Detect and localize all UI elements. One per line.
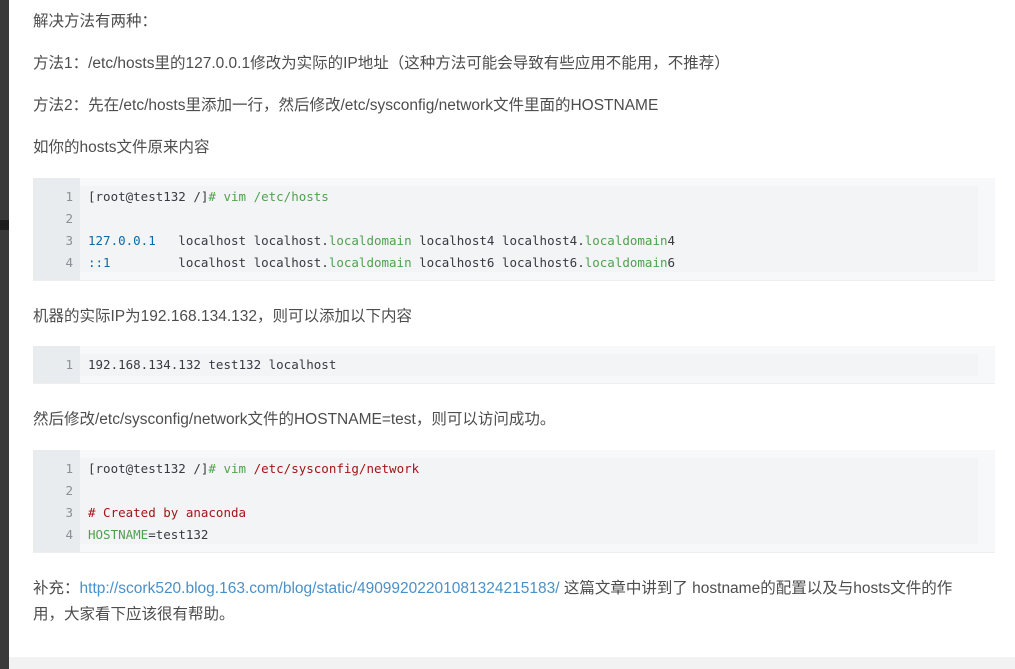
line-number: 3 xyxy=(65,505,73,520)
code-line: 1 192.168.134.132 test132 localhost xyxy=(65,354,978,376)
supplement-line-1: 补充：http://scork520.blog.163.com/blog/sta… xyxy=(33,578,952,600)
bottom-strip xyxy=(9,657,1015,669)
code-line: 4 HOSTNAME=test132 xyxy=(65,524,978,546)
code-line: 2 xyxy=(65,480,978,502)
line-number: 2 xyxy=(65,211,73,226)
method1-text: 方法1：/etc/hosts里的127.0.0.1修改为实际的IP地址（这种方法… xyxy=(33,55,730,72)
code-line: 2 xyxy=(65,208,978,230)
supplement-prefix: 补充： xyxy=(33,580,80,597)
code-line: 3 # Created by anaconda xyxy=(65,502,978,524)
left-edge-bar xyxy=(0,0,9,669)
line-number: 4 xyxy=(65,527,73,542)
line-number: 2 xyxy=(65,483,73,498)
code-line: 1 [root@test132 /]# vim /etc/sysconfig/n… xyxy=(65,458,978,480)
intro-text: 解决方法有两种： xyxy=(33,13,158,30)
line-number: 1 xyxy=(65,461,73,476)
code-block-network: 1 [root@test132 /]# vim /etc/sysconfig/n… xyxy=(33,450,995,553)
code-line: 4 ::1 localhost localhost.localdomain lo… xyxy=(65,252,978,274)
supplement-link[interactable]: http://scork520.blog.163.com/blog/static… xyxy=(80,580,560,597)
supplement-text: 这篇文章中讲到了 hostname的配置以及与hosts文件的作 xyxy=(559,580,953,597)
method2-text: 方法2：先在/etc/hosts里添加一行，然后修改/etc/sysconfig… xyxy=(33,97,659,114)
line-number: 1 xyxy=(65,189,73,204)
code-block-hosts: 1 [root@test132 /]# vim /etc/hosts 2 3 1… xyxy=(33,178,995,281)
line-number: 4 xyxy=(65,255,73,270)
network-text: 然后修改/etc/sysconfig/network文件的HOSTNAME=te… xyxy=(33,411,556,428)
original-hosts-intro: 如你的hosts文件原来内容 xyxy=(33,139,210,156)
machine-ip-text: 机器的实际IP为192.168.134.132，则可以添加以下内容 xyxy=(33,308,413,325)
supplement-line-2: 用，大家看下应该很有帮助。 xyxy=(33,606,235,623)
code-line: 1 [root@test132 /]# vim /etc/hosts xyxy=(65,186,978,208)
code-line: 3 127.0.0.1 localhost localhost.localdom… xyxy=(65,230,978,252)
line-number: 3 xyxy=(65,233,73,248)
code-block-hosts-addition: 1 192.168.134.132 test132 localhost xyxy=(33,346,995,384)
line-number: 1 xyxy=(65,357,73,372)
